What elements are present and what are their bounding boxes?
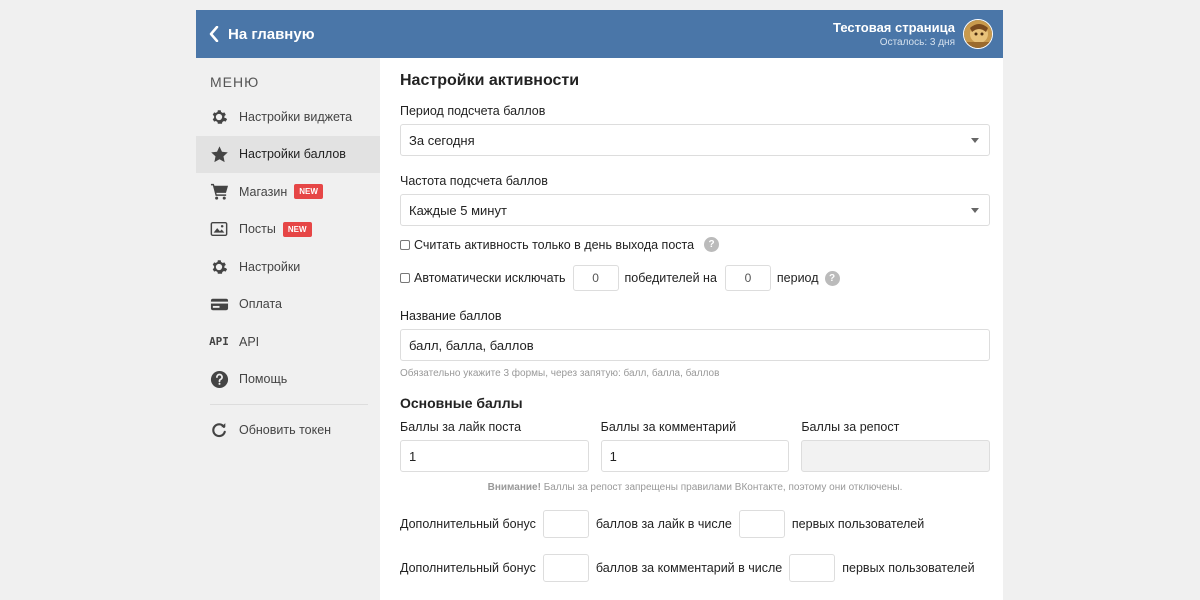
sidebar-item-label: Магазин [239, 184, 288, 199]
auto-exclude-checkbox[interactable] [400, 273, 410, 283]
bonus-comment-row: Дополнительный бонус баллов за комментар… [400, 554, 990, 582]
only-post-day-checkbox[interactable] [400, 239, 410, 250]
chevron-left-icon [209, 26, 219, 42]
sidebar-item-posts[interactable]: Посты NEW [196, 211, 380, 249]
period-value: За сегодня [409, 132, 475, 148]
refresh-icon [209, 420, 229, 440]
card-icon [209, 294, 229, 314]
like-points-label: Баллы за лайк поста [400, 420, 522, 434]
sidebar-item-api[interactable]: API API [196, 323, 380, 361]
help-tooltip-icon[interactable]: ? [704, 237, 720, 252]
bonus-comment-prefix: Дополнительный бонус [400, 561, 536, 575]
points-name-hint: Обязательно укажите 3 формы, через запят… [400, 368, 720, 379]
period-word-label: период [776, 271, 819, 285]
basic-points-row: Баллы за лайк поста 1 Баллы за комментар… [400, 420, 991, 472]
comment-points-label: Баллы за комментарий [600, 420, 737, 434]
bonus-like-points-input[interactable] [542, 510, 589, 538]
back-to-home-link[interactable]: На главную [208, 26, 315, 43]
account-info[interactable]: Тестовая страница Осталось: 3 дня [833, 19, 993, 49]
sidebar-divider [210, 404, 368, 405]
sidebar-item-settings[interactable]: Настройки [196, 248, 380, 286]
bonus-like-prefix: Дополнительный бонус [400, 517, 536, 531]
main-content: Настройки активности Период подсчета бал… [380, 58, 1003, 600]
star-icon [209, 144, 229, 164]
auto-exclude-label[interactable]: Автоматически исключать [414, 271, 566, 285]
back-label: На главную [228, 25, 315, 43]
api-icon: API [209, 335, 229, 349]
refresh-token-button[interactable]: Обновить токен [196, 411, 380, 449]
bonus-like-middle: баллов за лайк в числе [595, 517, 732, 531]
menu-title: МЕНЮ [210, 74, 260, 90]
basic-points-title: Основные баллы [400, 395, 523, 411]
winners-label: победителей на [624, 271, 717, 285]
only-post-day-row: Считать активность только в день выхода … [400, 236, 990, 253]
account-remaining: Осталось: 3 дня [879, 36, 955, 48]
avatar[interactable] [963, 19, 993, 49]
sidebar-item-payment[interactable]: Оплата [196, 286, 380, 324]
cart-icon [209, 182, 229, 202]
period-count-input[interactable]: 0 [724, 265, 771, 291]
bonus-like-row: Дополнительный бонус баллов за лайк в чи… [400, 510, 990, 538]
period-select[interactable]: За сегодня [400, 124, 990, 156]
gear-icon [209, 257, 229, 277]
auto-exclude-row: Автоматически исключать 0 победителей на… [400, 265, 990, 291]
bonus-comment-points-input[interactable] [542, 554, 589, 582]
page-title: Настройки активности [400, 72, 580, 89]
new-badge: NEW [282, 221, 312, 237]
gear-icon [209, 107, 229, 127]
frequency-select[interactable]: Каждые 5 минут [400, 194, 990, 226]
refresh-token-label: Обновить токен [239, 422, 332, 437]
sidebar-item-label: Настройки виджета [239, 109, 353, 124]
help-icon [209, 369, 229, 389]
winners-count-input[interactable]: 0 [572, 265, 619, 291]
sidebar: МЕНЮ Настройки виджета Настройки баллов … [196, 58, 380, 600]
sidebar-item-shop[interactable]: Магазин NEW [196, 173, 380, 211]
points-name-input[interactable]: балл, балла, баллов [400, 329, 990, 361]
sidebar-item-label: API [239, 334, 260, 349]
sidebar-item-label: Настройки баллов [239, 147, 346, 162]
account-name: Тестовая страница [833, 19, 955, 35]
sidebar-item-points-settings[interactable]: Настройки баллов [196, 135, 380, 173]
app-window: На главную Тестовая страница Осталось: 3… [196, 10, 1003, 600]
sidebar-item-label: Помощь [239, 372, 288, 387]
warning-text: Баллы за репост запрещены правилами ВКон… [540, 482, 903, 493]
sidebar-item-label: Посты [239, 222, 276, 237]
bonus-comment-middle: баллов за комментарий в числе [595, 561, 783, 575]
repost-points-input [801, 440, 991, 472]
caret-down-icon [971, 137, 979, 143]
frequency-label: Частота подсчета баллов [400, 174, 548, 188]
comment-points-input[interactable]: 1 [600, 440, 790, 472]
warning-bold: Внимание! [487, 482, 541, 493]
caret-down-icon [971, 207, 979, 213]
bonus-comment-users-input[interactable] [789, 554, 836, 582]
sidebar-item-widget-settings[interactable]: Настройки виджета [196, 98, 380, 136]
new-badge: NEW [294, 184, 323, 200]
top-bar: На главную Тестовая страница Осталось: 3… [196, 10, 1003, 58]
sidebar-item-help[interactable]: Помощь [196, 361, 380, 399]
sidebar-item-label: Оплата [239, 297, 282, 312]
like-points-input[interactable]: 1 [400, 440, 589, 472]
bonus-like-users-input[interactable] [738, 510, 785, 538]
repost-points-label: Баллы за репост [801, 420, 900, 434]
frequency-value: Каждые 5 минут [409, 202, 507, 218]
bonus-comment-suffix: первых пользователей [842, 561, 975, 575]
points-name-label: Название баллов [400, 309, 502, 323]
image-icon [209, 219, 229, 239]
sidebar-item-label: Настройки [239, 259, 301, 274]
period-label: Период подсчета баллов [400, 104, 546, 118]
only-post-day-label[interactable]: Считать активность только в день выхода … [414, 238, 694, 252]
help-tooltip-icon[interactable]: ? [824, 270, 840, 286]
bonus-like-suffix: первых пользователей [791, 517, 925, 531]
repost-warning: Внимание! Баллы за репост запрещены прав… [400, 482, 990, 493]
